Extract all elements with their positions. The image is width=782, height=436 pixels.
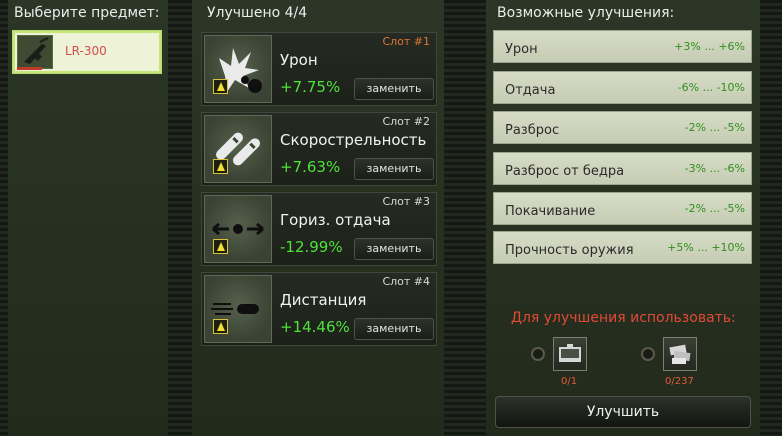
upgrade-arrow-icon xyxy=(213,79,228,94)
upgrade-option-name: Разброс от бедра xyxy=(505,164,625,179)
upgrade-value: -12.99% xyxy=(280,238,343,256)
toolkit-icon xyxy=(553,337,587,371)
left-edge xyxy=(0,0,8,436)
resource-radio-2[interactable] xyxy=(641,347,655,361)
slot-label: Слот #1 xyxy=(382,35,430,48)
explosion-icon xyxy=(204,35,272,103)
use-for-upgrade-title: Для улучшения использовать: xyxy=(511,310,736,326)
upgrade-option-range: -6% ... -10% xyxy=(677,81,745,94)
horizontal-recoil-icon xyxy=(204,195,272,263)
resource-radio-1[interactable] xyxy=(531,347,545,361)
replace-button[interactable]: заменить xyxy=(354,318,434,340)
upgrade-arrow-icon xyxy=(213,319,228,334)
replace-button[interactable]: заменить xyxy=(354,238,434,260)
slot-label: Слот #3 xyxy=(382,195,430,208)
upgrade-arrow-icon xyxy=(213,159,228,174)
upgrade-option-range: -2% ... -5% xyxy=(684,202,745,215)
item-tile-lr300[interactable]: LR-300 xyxy=(12,30,162,74)
upgrade-name: Урон xyxy=(280,51,318,69)
upgrade-value: +14.46% xyxy=(280,318,350,336)
right-edge xyxy=(760,0,782,436)
upgrade-option-sway[interactable]: Покачивание -2% ... -5% xyxy=(493,192,752,225)
flying-bullet-icon xyxy=(204,275,272,343)
upgrade-option-name: Прочность оружия xyxy=(505,243,634,258)
upgrade-option-range: -3% ... -6% xyxy=(684,162,745,175)
upgrade-option-name: Отдача xyxy=(505,83,556,98)
upgrade-option-durability[interactable]: Прочность оружия +5% ... +10% xyxy=(493,231,752,264)
upgrade-option-range: -2% ... -5% xyxy=(684,121,745,134)
item-name: LR-300 xyxy=(65,44,107,58)
slot-label: Слот #2 xyxy=(382,115,430,128)
item-condition-bar xyxy=(17,67,157,70)
upgrade-arrow-icon xyxy=(213,239,228,254)
upgrade-slot-3[interactable]: Слот #3 Гориз. отдача -12.99% заменить xyxy=(201,192,437,266)
replace-button[interactable]: заменить xyxy=(354,158,434,180)
upgrade-option-range: +3% ... +6% xyxy=(674,40,745,53)
upgrade-option-spread[interactable]: Разброс -2% ... -5% xyxy=(493,111,752,144)
divider-left xyxy=(168,0,192,436)
possible-upgrades-title: Возможные улучшения: xyxy=(497,5,675,21)
divider-right xyxy=(444,0,486,436)
slot-label: Слот #4 xyxy=(382,275,430,288)
upgrade-slot-2[interactable]: Слот #2 Скорострельность +7.63% заменить xyxy=(201,112,437,186)
item-select-title: Выберите предмет: xyxy=(14,5,160,21)
upgrade-option-name: Разброс xyxy=(505,123,560,138)
upgraded-count-title: Улучшено 4/4 xyxy=(207,5,308,21)
upgrade-option-hip-spread[interactable]: Разброс от бедра -3% ... -6% xyxy=(493,152,752,185)
upgrade-name: Гориз. отдача xyxy=(280,211,391,229)
upgrade-option-name: Покачивание xyxy=(505,204,596,219)
upgrade-value: +7.63% xyxy=(280,158,341,176)
rifle-icon xyxy=(17,35,53,69)
bullets-icon xyxy=(204,115,272,183)
resource-count: 0/237 xyxy=(665,376,694,387)
scrap-parts-icon xyxy=(663,337,697,371)
upgrade-button[interactable]: Улучшить xyxy=(495,396,751,428)
upgrade-slot-4[interactable]: Слот #4 Дистанция +14.46% заменить xyxy=(201,272,437,346)
upgrade-value: +7.75% xyxy=(280,78,341,96)
upgrade-name: Скорострельность xyxy=(280,131,427,149)
resource-count: 0/1 xyxy=(561,376,578,387)
upgrade-option-range: +5% ... +10% xyxy=(667,241,745,254)
upgrade-option-damage[interactable]: Урон +3% ... +6% xyxy=(493,30,752,63)
upgrade-slot-1[interactable]: Слот #1 Урон +7.75% заменить xyxy=(201,32,437,106)
replace-button[interactable]: заменить xyxy=(354,78,434,100)
upgrade-name: Дистанция xyxy=(280,291,367,309)
upgrade-option-name: Урон xyxy=(505,42,538,57)
upgrade-option-recoil[interactable]: Отдача -6% ... -10% xyxy=(493,71,752,104)
